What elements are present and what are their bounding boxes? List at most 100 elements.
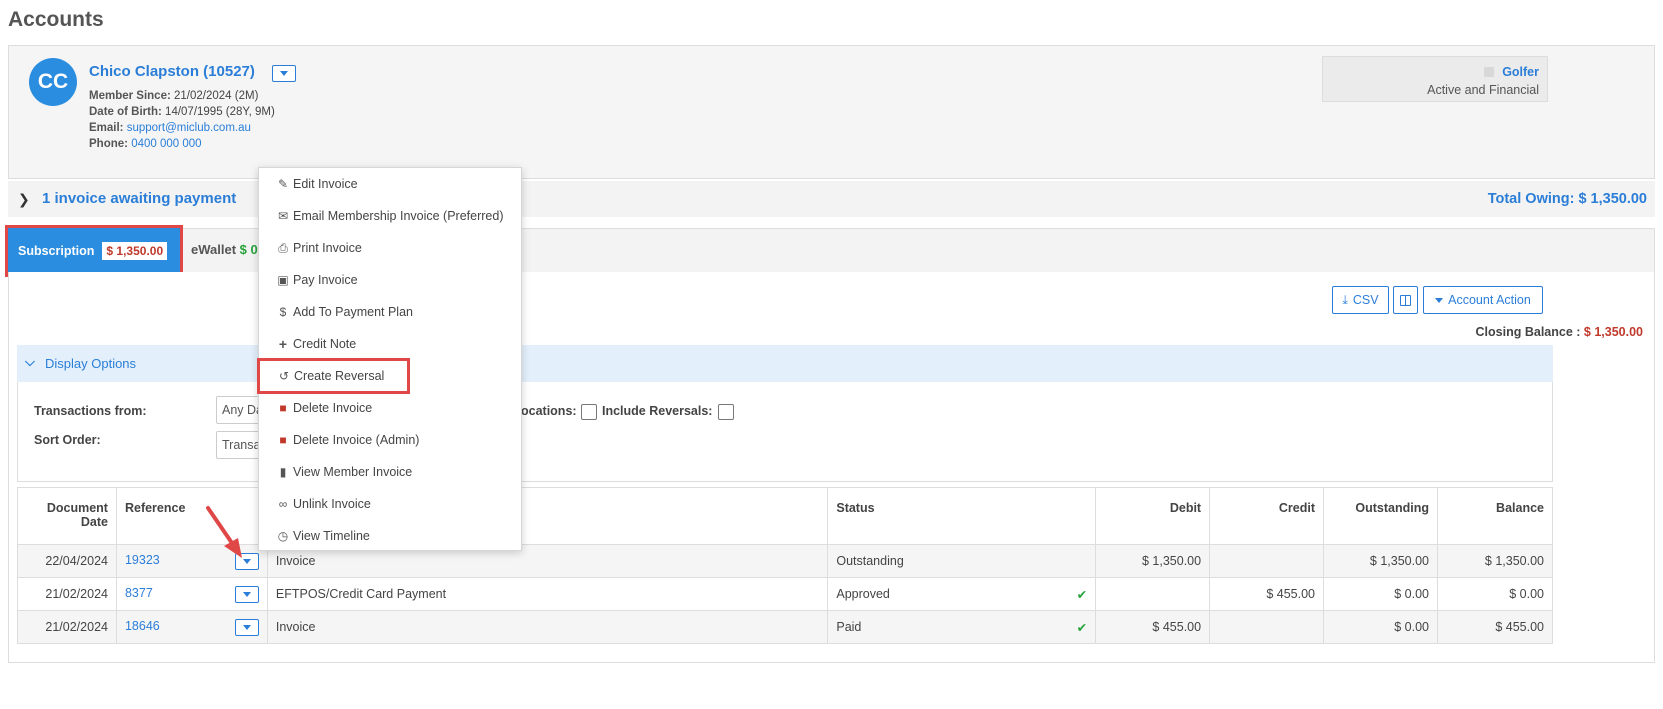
header-credit[interactable]: Credit — [1209, 487, 1325, 545]
reference-link[interactable]: 18646 — [125, 619, 160, 633]
csv-button-label: CSV — [1352, 293, 1379, 307]
row-status: Approved — [836, 586, 890, 601]
row-type: EFTPOS/Credit Card Payment — [266, 577, 829, 611]
menu-item-label: View Member Invoice — [293, 465, 413, 479]
dollar-icon: $ — [279, 305, 287, 319]
tab-subscription-amount: $ 1,350.00 — [102, 242, 168, 260]
row-debit — [1095, 577, 1211, 611]
row-balance: $ 0.00 — [1436, 577, 1554, 611]
menu-item-delete-invoice[interactable]: ■ Delete Invoice — [259, 392, 521, 424]
menu-item-delete-invoice-admin[interactable]: ■ Delete Invoice (Admin) — [259, 424, 521, 456]
closing-balance-label: Closing Balance : — [1475, 325, 1581, 339]
row-balance: $ 455.00 — [1436, 610, 1554, 644]
dob-label: Date of Birth: — [89, 106, 162, 118]
menu-item-label: Print Invoice — [293, 241, 362, 255]
display-options-toggle[interactable]: ⌵ Display Options — [17, 345, 1553, 382]
closing-balance-value: $ 1,350.00 — [1583, 325, 1643, 339]
menu-item-label: View Timeline — [293, 529, 370, 543]
reference-link[interactable]: 19323 — [125, 553, 160, 567]
check-icon: ✔ — [1076, 587, 1088, 602]
menu-item-label: Email Membership Invoice (Preferred) — [293, 209, 504, 223]
phone-link[interactable]: 0400 000 000 — [131, 138, 201, 150]
menu-item-add-to-payment-plan[interactable]: $ Add To Payment Plan — [259, 296, 521, 328]
sort-order-label: Sort Order: — [34, 433, 101, 447]
phone-label: Phone: — [89, 138, 128, 150]
status-square-icon — [1484, 67, 1495, 77]
invoice-awaiting-bar[interactable]: ❯ 1 invoice awaiting payment Total Owing… — [8, 181, 1655, 217]
account-action-label: Account Action — [1448, 293, 1531, 307]
caret-down-icon — [1435, 297, 1444, 303]
row-type: Invoice — [266, 610, 829, 644]
menu-item-credit-note[interactable]: + Credit Note — [259, 328, 521, 360]
menu-item-pay-invoice[interactable]: ▣ Pay Invoice — [259, 264, 521, 296]
columns-button[interactable] — [1393, 286, 1418, 314]
menu-item-label: Add To Payment Plan — [293, 305, 413, 319]
closing-balance: Closing Balance : $ 1,350.00 — [1476, 325, 1643, 339]
envelope-icon: ✉ — [277, 209, 289, 223]
row-date: 21/02/2024 — [17, 610, 117, 644]
email-link[interactable]: support@miclub.com.au — [127, 122, 251, 134]
menu-item-label: Delete Invoice — [293, 401, 373, 415]
menu-item-view-member-invoice[interactable]: ▮ View Member Invoice — [259, 456, 521, 488]
header-balance[interactable]: Balance — [1436, 487, 1554, 545]
allocations-checkbox[interactable] — [581, 404, 597, 420]
chevron-down-icon: ⌵ — [25, 354, 35, 369]
header-debit[interactable]: Debit — [1095, 487, 1211, 545]
caret-down-icon — [242, 624, 251, 630]
menu-item-label: Pay Invoice — [293, 273, 358, 287]
menu-item-print-invoice[interactable]: ⎙ Print Invoice — [259, 232, 521, 264]
menu-item-create-reversal[interactable]: ↺ Create Reversal — [257, 358, 410, 394]
caret-down-icon — [280, 71, 288, 76]
menu-item-email-invoice[interactable]: ✉ Email Membership Invoice (Preferred) — [259, 200, 521, 232]
unlink-icon: ∞ — [278, 497, 288, 511]
invoice-awaiting-count[interactable]: 1 invoice awaiting payment — [42, 190, 236, 207]
account-action-button[interactable]: Account Action — [1423, 286, 1543, 314]
dob-value: 14/07/1995 (28Y, 9M) — [165, 106, 275, 118]
invoice-context-menu: ✎ Edit Invoice ✉ Email Membership Invoice … — [257, 167, 522, 552]
row-credit — [1209, 610, 1325, 644]
member-since-label: Member Since: — [89, 90, 171, 102]
header-outstanding[interactable]: Outstanding — [1323, 487, 1438, 545]
row-dropdown-button[interactable] — [234, 585, 259, 603]
tab-subscription-label: Subscription — [18, 244, 95, 258]
trash-icon: ■ — [279, 433, 287, 447]
tab-subscription[interactable]: Subscription $ 1,350.00 — [5, 225, 183, 277]
pencil-icon: ✎ — [277, 177, 289, 191]
row-balance: $ 1,350.00 — [1436, 544, 1554, 578]
member-dropdown-button[interactable] — [272, 65, 296, 82]
row-outstanding: $ 0.00 — [1323, 610, 1438, 644]
table-row: 21/02/2024 18646 Invoice Paid ✔ $ 455.00 … — [17, 610, 1554, 644]
membership-status: Active and Financial — [1427, 83, 1539, 97]
row-credit: $ 455.00 — [1209, 577, 1325, 611]
menu-item-unlink-invoice[interactable]: ∞ Unlink Invoice — [259, 488, 521, 520]
chevron-right-icon[interactable]: ❯ — [18, 191, 30, 208]
header-document-date[interactable]: Document Date — [17, 487, 117, 545]
money-icon: ▣ — [277, 273, 289, 287]
row-debit: $ 1,350.00 — [1095, 544, 1211, 578]
trash-icon: ■ — [279, 401, 287, 415]
tab-ewallet[interactable]: eWallet $ 0 — [191, 242, 258, 257]
undo-icon: ↺ — [278, 369, 290, 383]
member-since-value: 21/02/2024 (2M) — [174, 90, 259, 102]
menu-item-label: Unlink Invoice — [293, 497, 371, 511]
table-row: 21/02/2024 8377 EFTPOS/Credit Card Payme… — [17, 577, 1554, 611]
display-options-label: Display Options — [45, 356, 137, 371]
row-outstanding: $ 0.00 — [1323, 577, 1438, 611]
menu-item-view-timeline[interactable]: ◷ View Timeline — [259, 520, 521, 552]
caret-down-icon — [242, 591, 251, 597]
membership-category[interactable]: Golfer — [1502, 65, 1539, 79]
include-reversals-checkbox[interactable] — [718, 404, 734, 420]
header-status[interactable]: Status — [827, 487, 1097, 545]
row-outstanding: $ 1,350.00 — [1323, 544, 1438, 578]
reference-link[interactable]: 8377 — [125, 586, 153, 600]
menu-item-edit-invoice[interactable]: ✎ Edit Invoice — [259, 168, 521, 200]
csv-button[interactable]: ⤓ CSV — [1332, 286, 1389, 314]
row-dropdown-button[interactable] — [234, 618, 259, 636]
columns-icon — [1400, 294, 1411, 306]
membership-status-box: Golfer Active and Financial — [1322, 56, 1548, 102]
include-reversals-label: Include Reversals: — [602, 404, 713, 418]
row-credit — [1209, 544, 1325, 578]
page-title: Accounts — [8, 8, 104, 31]
member-name-link[interactable]: Chico Clapston (10527) — [89, 63, 255, 80]
clock-icon: ◷ — [277, 529, 289, 543]
